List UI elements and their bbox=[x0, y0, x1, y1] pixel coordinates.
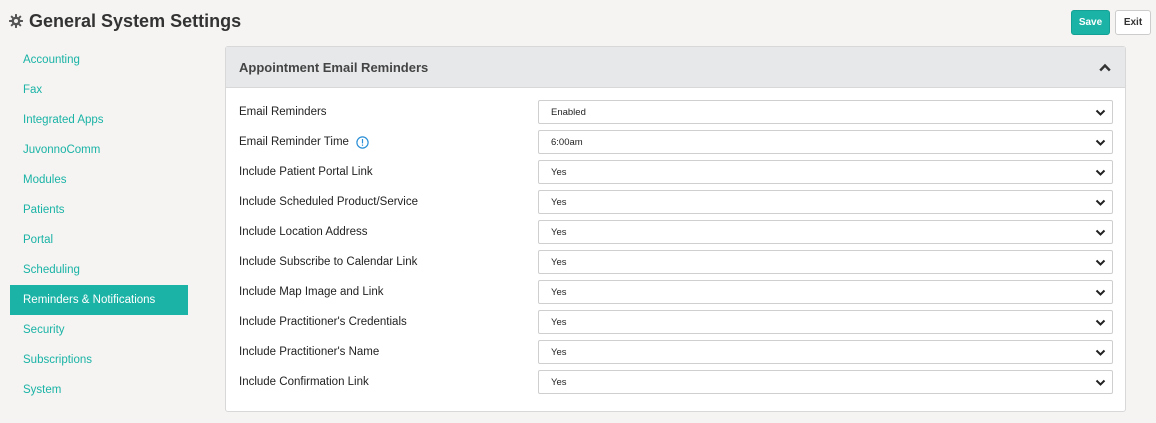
chevron-down-icon bbox=[1095, 379, 1106, 386]
select-value: 6:00am bbox=[551, 136, 583, 148]
chevron-down-icon bbox=[1095, 229, 1106, 236]
exit-button[interactable]: Exit bbox=[1115, 10, 1151, 35]
page-title-text: General System Settings bbox=[29, 10, 242, 31]
select-value: Yes bbox=[551, 166, 567, 178]
setting-row-subscribe-calendar-link: Include Subscribe to Calendar Link Yes bbox=[226, 247, 1125, 277]
sidebar-item-accounting[interactable]: Accounting bbox=[10, 45, 188, 75]
chevron-down-icon bbox=[1095, 289, 1106, 296]
scheduled-product-service-select[interactable]: Yes bbox=[538, 190, 1113, 214]
email-reminder-time-select[interactable]: 6:00am bbox=[538, 130, 1113, 154]
practitioner-credentials-select[interactable]: Yes bbox=[538, 310, 1113, 334]
settings-sidebar: Accounting Fax Integrated Apps JuvonnoCo… bbox=[10, 45, 188, 405]
sidebar-item-scheduling[interactable]: Scheduling bbox=[10, 255, 188, 285]
setting-label: Include Patient Portal Link bbox=[239, 166, 373, 178]
settings-list: Email Reminders Enabled Email Reminder T… bbox=[226, 88, 1125, 397]
setting-row-practitioner-credentials: Include Practitioner's Credentials Yes bbox=[226, 307, 1125, 337]
setting-label: Email Reminder Time bbox=[239, 135, 369, 149]
confirmation-link-select[interactable]: Yes bbox=[538, 370, 1113, 394]
sidebar-item-portal[interactable]: Portal bbox=[10, 225, 188, 255]
save-button[interactable]: Save bbox=[1071, 10, 1110, 35]
sidebar-item-modules[interactable]: Modules bbox=[10, 165, 188, 195]
select-value: Yes bbox=[551, 316, 567, 328]
chevron-down-icon bbox=[1095, 199, 1106, 206]
select-value: Yes bbox=[551, 196, 567, 208]
subscribe-calendar-link-select[interactable]: Yes bbox=[538, 250, 1113, 274]
select-value: Enabled bbox=[551, 106, 586, 118]
select-value: Yes bbox=[551, 226, 567, 238]
sidebar-item-reminders-notifications[interactable]: Reminders & Notifications bbox=[10, 285, 188, 315]
sidebar-item-security[interactable]: Security bbox=[10, 315, 188, 345]
panel-title: Appointment Email Reminders bbox=[239, 59, 429, 75]
setting-label: Include Subscribe to Calendar Link bbox=[239, 256, 418, 268]
sidebar-item-subscriptions[interactable]: Subscriptions bbox=[10, 345, 188, 375]
collapse-panel-button[interactable] bbox=[1098, 60, 1112, 74]
chevron-down-icon bbox=[1095, 259, 1106, 266]
page-title: General System Settings bbox=[8, 9, 241, 33]
chevron-down-icon bbox=[1095, 139, 1106, 146]
sidebar-item-patients[interactable]: Patients bbox=[10, 195, 188, 225]
setting-label: Include Practitioner's Name bbox=[239, 346, 380, 358]
chevron-down-icon bbox=[1095, 109, 1106, 116]
select-value: Yes bbox=[551, 286, 567, 298]
setting-row-scheduled-product-service: Include Scheduled Product/Service Yes bbox=[226, 187, 1125, 217]
select-value: Yes bbox=[551, 346, 567, 358]
chevron-up-icon bbox=[1099, 63, 1111, 71]
chevron-down-icon bbox=[1095, 349, 1106, 356]
setting-label: Include Location Address bbox=[239, 226, 368, 238]
sidebar-item-fax[interactable]: Fax bbox=[10, 75, 188, 105]
sidebar-item-integrated-apps[interactable]: Integrated Apps bbox=[10, 105, 188, 135]
chevron-down-icon bbox=[1095, 319, 1106, 326]
setting-row-practitioner-name: Include Practitioner's Name Yes bbox=[226, 337, 1125, 367]
setting-row-confirmation-link: Include Confirmation Link Yes bbox=[226, 367, 1125, 397]
map-image-link-select[interactable]: Yes bbox=[538, 280, 1113, 304]
setting-label: Include Scheduled Product/Service bbox=[239, 196, 418, 208]
setting-label: Include Map Image and Link bbox=[239, 286, 384, 298]
select-value: Yes bbox=[551, 256, 567, 268]
select-value: Yes bbox=[551, 376, 567, 388]
sidebar-item-juvonnocomm[interactable]: JuvonnoComm bbox=[10, 135, 188, 165]
appointment-email-reminders-panel: Appointment Email Reminders Email Remind… bbox=[225, 46, 1126, 412]
email-reminders-select[interactable]: Enabled bbox=[538, 100, 1113, 124]
chevron-down-icon bbox=[1095, 169, 1106, 176]
setting-row-email-reminders: Email Reminders Enabled bbox=[226, 97, 1125, 127]
setting-row-map-image-link: Include Map Image and Link Yes bbox=[226, 277, 1125, 307]
setting-label: Include Practitioner's Credentials bbox=[239, 316, 407, 328]
gear-icon bbox=[9, 14, 23, 28]
setting-row-email-reminder-time: Email Reminder Time 6:00am bbox=[226, 127, 1125, 157]
setting-label: Include Confirmation Link bbox=[239, 376, 369, 388]
setting-row-patient-portal-link: Include Patient Portal Link Yes bbox=[226, 157, 1125, 187]
practitioner-name-select[interactable]: Yes bbox=[538, 340, 1113, 364]
info-circle-icon[interactable] bbox=[356, 135, 369, 149]
panel-header: Appointment Email Reminders bbox=[226, 47, 1125, 88]
sidebar-item-system[interactable]: System bbox=[10, 375, 188, 405]
location-address-select[interactable]: Yes bbox=[538, 220, 1113, 244]
setting-row-location-address: Include Location Address Yes bbox=[226, 217, 1125, 247]
setting-label: Email Reminders bbox=[239, 106, 327, 118]
patient-portal-link-select[interactable]: Yes bbox=[538, 160, 1113, 184]
